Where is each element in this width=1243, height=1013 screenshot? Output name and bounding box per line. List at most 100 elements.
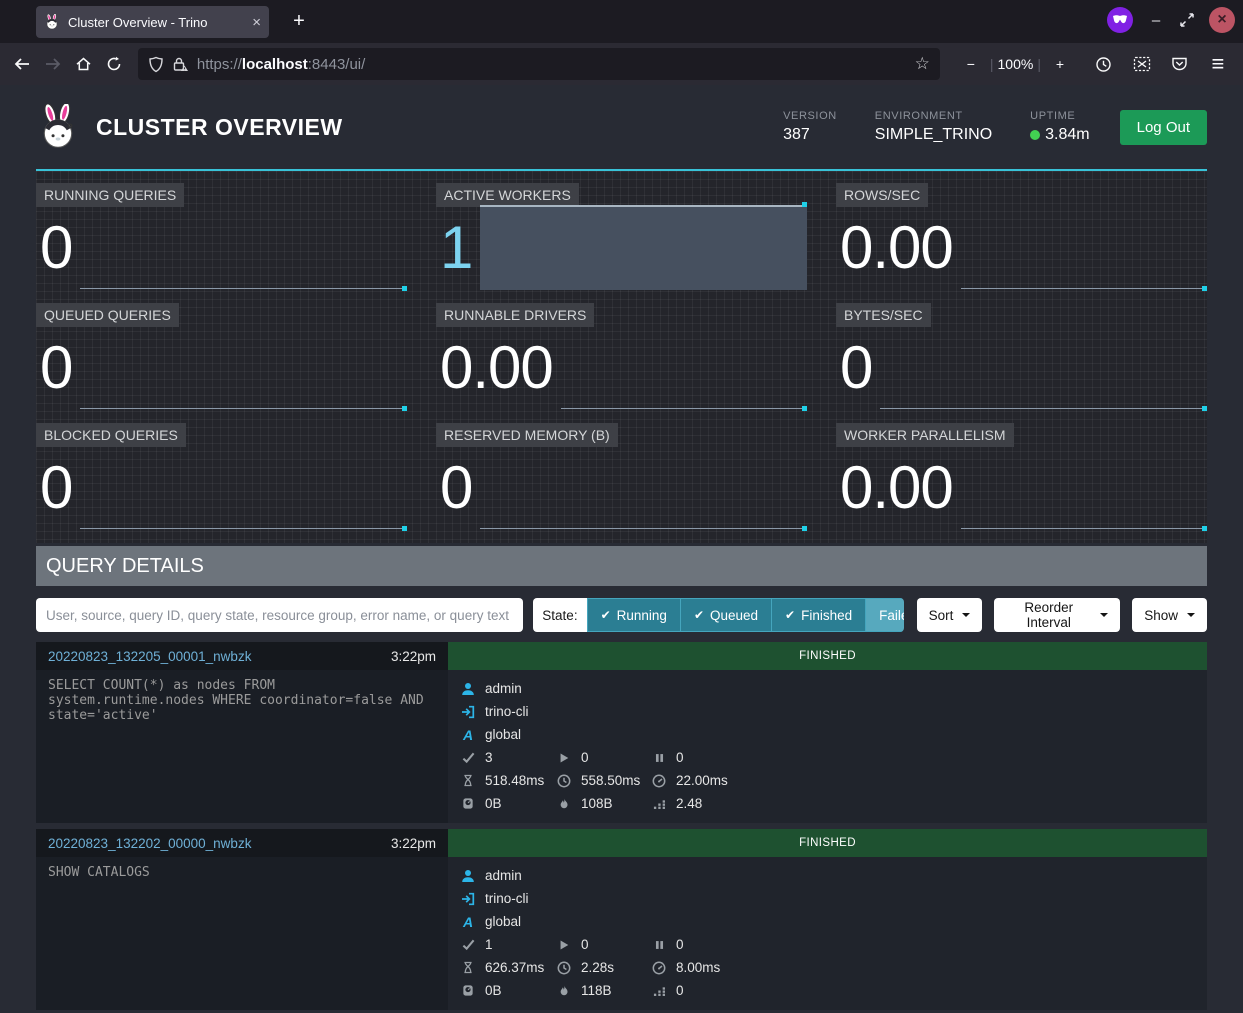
back-icon[interactable] <box>10 49 34 79</box>
version-label: VERSION <box>783 110 837 122</box>
stat-label: ROWS/SEC <box>836 183 928 207</box>
pocket-icon[interactable] <box>1165 49 1195 79</box>
peak-memory-icon <box>556 984 572 998</box>
stat-value: 0 <box>436 449 472 529</box>
cpu-time-icon <box>651 774 667 788</box>
environment-value: SIMPLE_TRINO <box>875 126 992 144</box>
url-text[interactable]: https://localhost:8443/ui/ <box>197 56 907 73</box>
browser-navbar: https://localhost:8443/ui/ ☆ − | 100% | … <box>0 43 1243 85</box>
sparkline <box>80 329 407 409</box>
filter-queued-button[interactable]: ✔ Queued <box>681 598 772 632</box>
logout-button[interactable]: Log Out <box>1120 110 1207 145</box>
query-source: trino-cli <box>485 891 529 906</box>
check-icon: ✔ <box>785 608 795 622</box>
uptime-block: UPTIME 3.84m <box>1030 110 1089 144</box>
query-user: admin <box>485 681 522 696</box>
page-header: CLUSTER OVERVIEW VERSION 387 ENVIRONMENT… <box>36 85 1207 171</box>
current-memory-icon <box>460 797 476 810</box>
stat-value: 1 <box>436 209 472 289</box>
trino-logo <box>36 104 80 150</box>
sparkline <box>480 449 807 529</box>
stat-value: 0 <box>36 209 72 289</box>
window-close-button[interactable]: × <box>1209 7 1235 33</box>
stat-label: BYTES/SEC <box>836 303 931 327</box>
stat-label: RESERVED MEMORY (B) <box>436 423 618 447</box>
shield-icon[interactable] <box>148 56 164 73</box>
minimize-button[interactable]: – <box>1147 12 1165 29</box>
wall-time-icon <box>460 774 476 787</box>
resource-group-icon: A <box>460 914 476 930</box>
zoom-level[interactable]: 100% <box>998 56 1034 72</box>
screenshot-icon[interactable] <box>1127 49 1157 79</box>
running-splits-icon <box>556 752 572 764</box>
url-bar[interactable]: https://localhost:8443/ui/ ☆ <box>138 48 940 80</box>
sparkline <box>80 449 407 529</box>
stat-panel-worker-parallelism: WORKER PARALLELISM 0.00 <box>836 423 1207 535</box>
query-stats: admin trino-cli A global 1 0 0 <box>448 857 1207 1010</box>
elapsed-time-icon <box>556 961 572 975</box>
window-titlebar: Cluster Overview - Trino × + – × <box>0 0 1243 43</box>
query-id-link[interactable]: 20220823_132202_00000_nwbzk <box>48 836 251 851</box>
cumulative-memory-icon <box>651 984 667 997</box>
stat-label: RUNNING QUERIES <box>36 183 184 207</box>
stat-label: BLOCKED QUERIES <box>36 423 186 447</box>
query-search-input[interactable] <box>36 598 523 632</box>
query-filter-toolbar: State: ✔ Running ✔ Queued ✔ Finished Fai… <box>36 598 1207 632</box>
chevron-down-icon <box>1187 613 1195 617</box>
peak-memory-icon <box>556 797 572 811</box>
stat-panel-blocked-queries: BLOCKED QUERIES 0 <box>36 423 407 535</box>
stat-label: QUEUED QUERIES <box>36 303 179 327</box>
reorder-interval-dropdown[interactable]: Reorder Interval <box>994 598 1120 632</box>
query-text: SELECT COUNT(*) as nodes FROM system.run… <box>36 670 448 823</box>
query-row-header: 20220823_132202_00000_nwbzk 3:22pm <box>36 829 448 857</box>
stat-panel-reserved-memory: RESERVED MEMORY (B) 0 <box>436 423 807 535</box>
filter-running-button[interactable]: ✔ Running <box>587 598 681 632</box>
reload-icon[interactable] <box>101 49 125 79</box>
history-clock-icon[interactable] <box>1089 49 1119 79</box>
tab-close-icon[interactable]: × <box>252 14 261 31</box>
wall-time-icon <box>460 961 476 974</box>
query-row: 20220823_132202_00000_nwbzk 3:22pm FINIS… <box>36 829 1207 1010</box>
home-icon[interactable] <box>71 49 95 79</box>
filter-finished-button[interactable]: ✔ Finished <box>772 598 866 632</box>
stat-panel-running-queries: RUNNING QUERIES 0 <box>36 183 407 295</box>
sparkline <box>961 449 1207 529</box>
running-splits-icon <box>556 939 572 951</box>
queued-splits-icon <box>651 752 667 764</box>
lock-warning-icon[interactable] <box>172 56 189 73</box>
resource-group-icon: A <box>460 727 476 743</box>
new-tab-button[interactable]: + <box>285 8 313 36</box>
sparkline <box>480 209 807 289</box>
browser-tab[interactable]: Cluster Overview - Trino × <box>36 6 269 38</box>
filter-failed-dropdown[interactable]: Failed <box>866 598 903 632</box>
query-id-link[interactable]: 20220823_132205_00001_nwbzk <box>48 649 251 664</box>
maximize-button[interactable] <box>1179 12 1195 28</box>
uptime-status-dot <box>1030 130 1040 140</box>
show-dropdown[interactable]: Show <box>1132 598 1207 632</box>
version-block: VERSION 387 <box>783 110 837 144</box>
stat-label: WORKER PARALLELISM <box>836 423 1014 447</box>
query-time: 3:22pm <box>391 649 436 664</box>
menu-icon[interactable]: ≡ <box>1203 49 1233 79</box>
zoom-out-button[interactable]: − <box>956 49 986 79</box>
query-state-badge: FINISHED <box>448 642 1207 670</box>
user-icon <box>460 682 476 696</box>
zoom-in-button[interactable]: + <box>1045 49 1075 79</box>
stat-panel-queued-queries: QUEUED QUERIES 0 <box>36 303 407 415</box>
stat-panel-active-workers: ACTIVE WORKERS 1 <box>436 183 807 295</box>
environment-label: ENVIRONMENT <box>875 110 992 122</box>
uptime-label: UPTIME <box>1030 110 1089 122</box>
check-icon: ✔ <box>694 608 704 622</box>
query-state-badge: FINISHED <box>448 829 1207 857</box>
bookmark-star-icon[interactable]: ☆ <box>915 54 930 74</box>
stat-value: 0 <box>36 329 72 409</box>
current-memory-icon <box>460 984 476 997</box>
page-title: CLUSTER OVERVIEW <box>96 114 783 141</box>
forward-icon[interactable] <box>40 49 64 79</box>
query-list: 20220823_132205_00001_nwbzk 3:22pm FINIS… <box>36 642 1207 1010</box>
stat-label: RUNNABLE DRIVERS <box>436 303 594 327</box>
check-icon: ✔ <box>601 608 611 622</box>
sort-dropdown[interactable]: Sort <box>917 598 983 632</box>
sparkline <box>880 329 1207 409</box>
query-time: 3:22pm <box>391 836 436 851</box>
